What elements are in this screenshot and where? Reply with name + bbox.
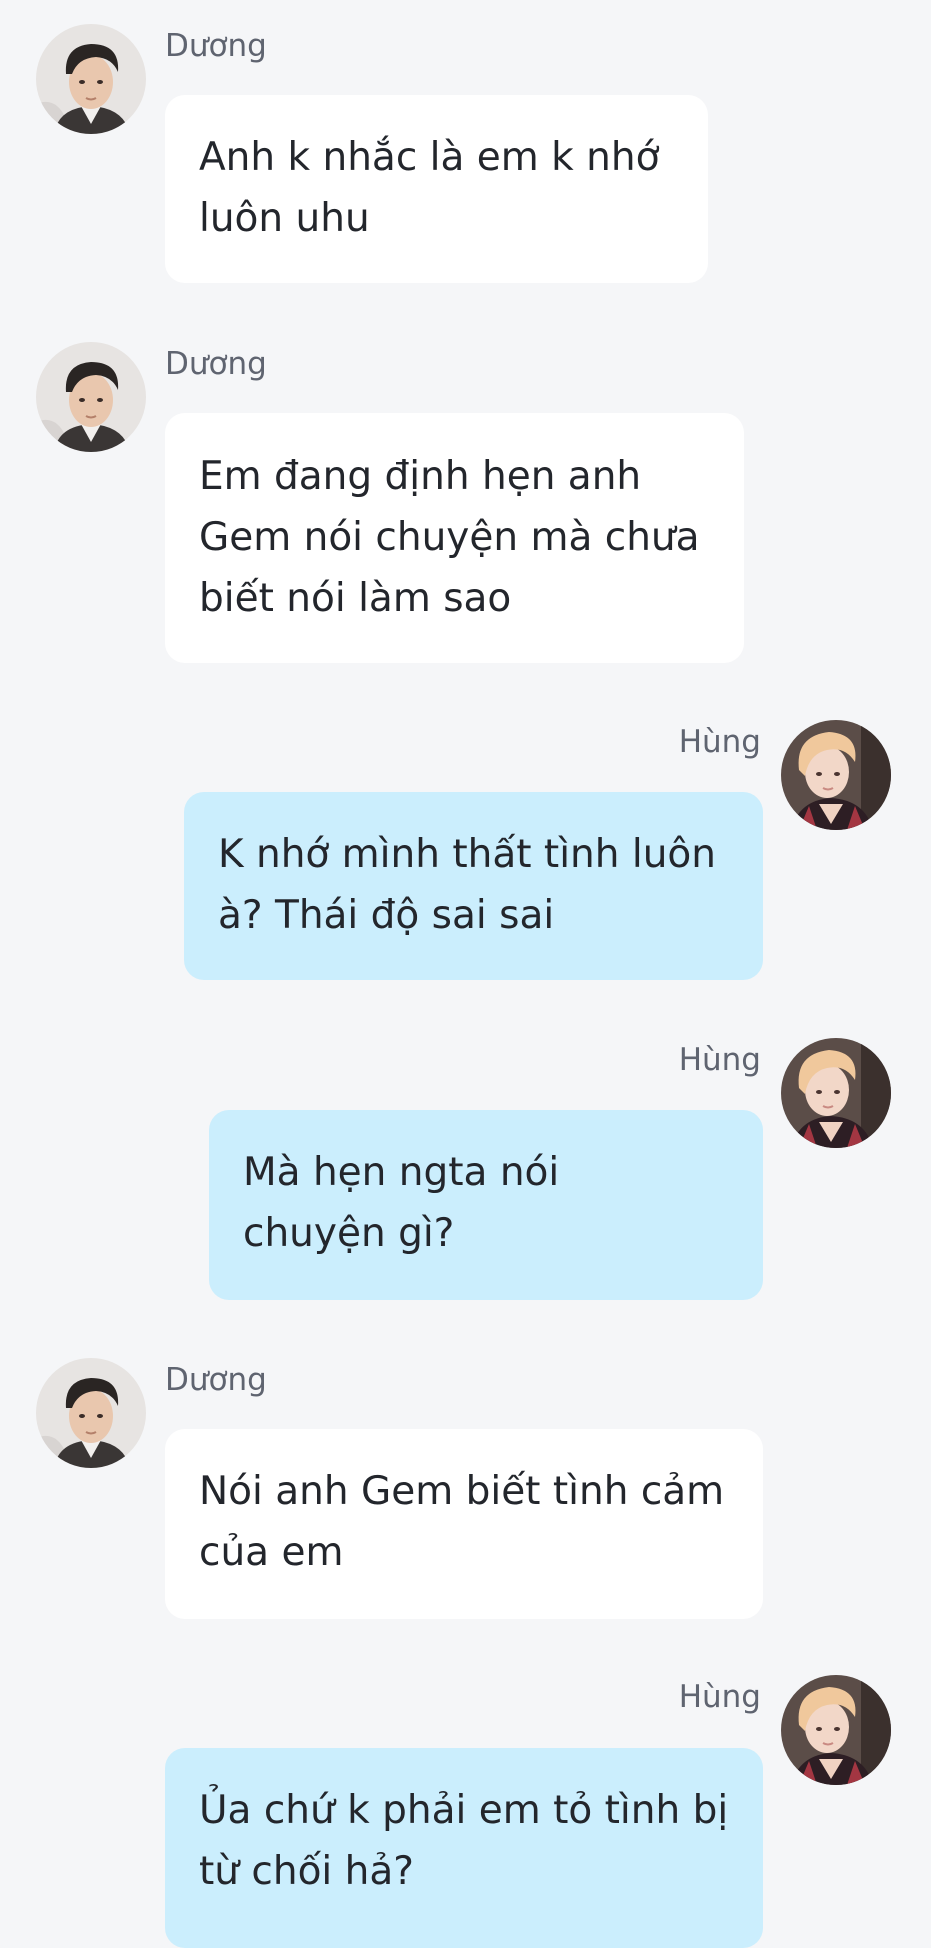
message-text-line: à? Thái độ sai sai [218,893,555,938]
hung-avatar-icon[interactable] [781,1038,891,1148]
sender-name: Dương [165,28,267,64]
message-text-line: K nhớ mình thất tình luôn [218,832,717,877]
duong-avatar-icon[interactable] [36,24,146,134]
message-text-line: từ chối hả? [199,1849,414,1894]
hung-avatar-icon[interactable] [781,720,891,830]
message-bubble[interactable]: K nhớ mình thất tình luôn à? Thái độ sai… [184,792,763,980]
sender-name: Dương [165,1362,267,1398]
hung-avatar-icon[interactable] [781,1675,891,1785]
message-text-line: Ủa chứ k phải em tỏ tình bị [199,1788,729,1833]
duong-avatar-icon[interactable] [36,342,146,452]
sender-name: Hùng [678,1679,761,1715]
message-bubble[interactable]: Anh k nhắc là em k nhớ luôn uhu [165,95,708,283]
sender-name: Hùng [678,724,761,760]
message-bubble[interactable]: Em đang định hẹn anh Gem nói chuyện mà c… [165,413,744,663]
message-text-line: Anh k nhắc là em k nhớ [199,135,660,180]
message-bubble[interactable]: Ủa chứ k phải em tỏ tình bị từ chối hả? [165,1748,763,1948]
sender-name: Dương [165,346,267,382]
message-text-line: Gem nói chuyện mà chưa [199,515,700,560]
message-text-line: của em [199,1530,344,1575]
message-text-line: luôn uhu [199,196,370,241]
message-text-line: biết nói làm sao [199,576,512,621]
sender-name: Hùng [678,1042,761,1078]
message-text-line: Mà hẹn ngta nói [243,1150,560,1195]
duong-avatar-icon[interactable] [36,1358,146,1468]
message-text-line: chuyện gì? [243,1211,455,1256]
message-bubble[interactable]: Nói anh Gem biết tình cảm của em [165,1429,763,1619]
message-text-line: Nói anh Gem biết tình cảm [199,1469,725,1514]
message-bubble[interactable]: Mà hẹn ngta nói chuyện gì? [209,1110,763,1300]
message-text-line: Em đang định hẹn anh [199,454,642,499]
chat-thread[interactable]: Dương Anh k nhắc là em k nhớ luôn uhu Dư… [0,0,931,1948]
